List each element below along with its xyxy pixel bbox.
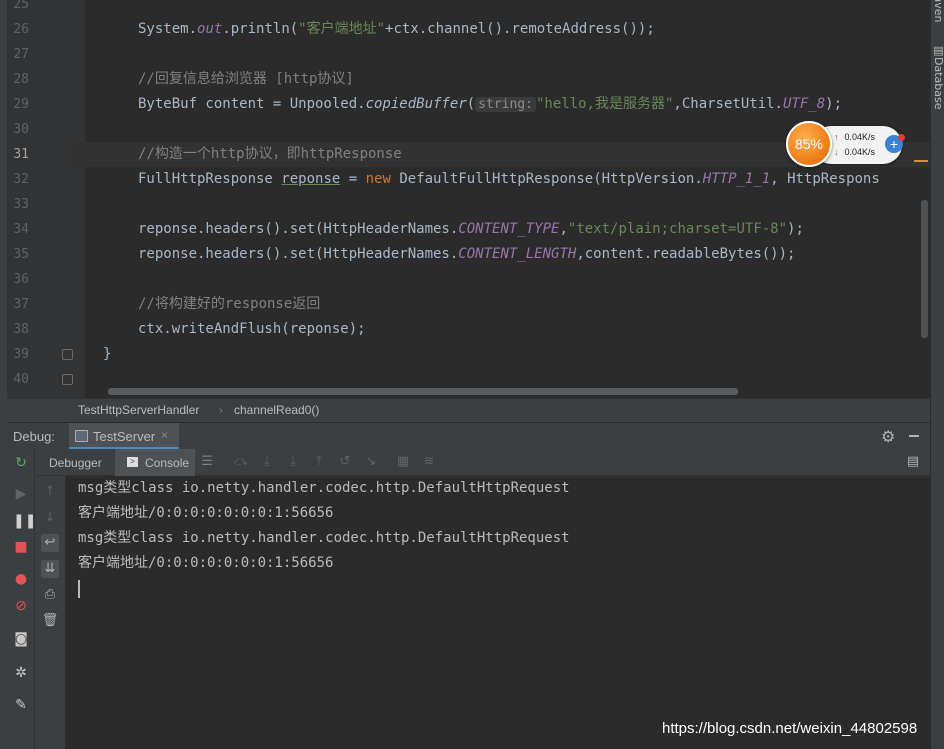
console-side-toolbar: ↑ ↓ ↩ ⇊ ⎙ 🗑 (35, 476, 66, 749)
run-to-cursor-icon[interactable]: ↘ (363, 454, 379, 470)
left-edge-strip (0, 398, 7, 749)
console-line: msg类型class io.netty.handler.codec.http.D… (78, 530, 570, 546)
notification-dot-icon (898, 134, 905, 141)
soft-wrap-icon[interactable]: ↩ (41, 534, 59, 552)
line-number: 27 (13, 47, 29, 62)
code-line-32: FullHttpResponse reponse = new DefaultFu… (138, 171, 880, 187)
drop-frame-icon[interactable]: ↺ (337, 454, 353, 470)
line-number: 36 (13, 272, 29, 287)
console-line: 客户端地址/0:0:0:0:0:0:0:1:56656 (78, 505, 334, 521)
tab-testserver[interactable]: TestServer × (69, 423, 179, 450)
debugger-subtoolbar: Debugger > Console ☰ ⤼ ⤓ ⤓ ⤒ ↺ ↘ ▦ ≋ ▤ (35, 449, 930, 476)
line-number: 34 (13, 222, 29, 237)
line-number: 40 (13, 372, 29, 387)
evaluate-expression-icon[interactable]: ▦ (395, 454, 411, 470)
line-number-current: 31 (13, 147, 29, 162)
database-tool-tab[interactable]: ▤Database (932, 44, 944, 110)
resume-icon[interactable]: ▶ (13, 486, 29, 502)
code-line-35: reponse.headers().set(HttpHeaderNames.CO… (138, 246, 796, 262)
line-number: 33 (13, 197, 29, 212)
editor-horizontal-scrollbar[interactable] (108, 388, 738, 395)
layout-icon[interactable]: ▤ (905, 454, 921, 470)
line-number: 30 (13, 122, 29, 137)
code-line-29: ByteBuf content = Unpooled.copiedBuffer(… (138, 96, 842, 112)
text-cursor (78, 580, 80, 598)
maven-tool-tab[interactable]: Maven (932, 0, 944, 22)
code-line-31: //构造一个http协议，即httpResponse (138, 146, 402, 162)
line-number: 37 (13, 297, 29, 312)
pin-icon[interactable]: ✎ (13, 697, 29, 713)
arrow-up-icon: ↑ (834, 132, 839, 142)
line-number: 26 (13, 22, 29, 37)
console-output[interactable]: msg类型class io.netty.handler.codec.http.D… (66, 476, 930, 749)
up-arrow-icon[interactable]: ↑ (41, 483, 59, 501)
step-into-icon[interactable]: ⤓ (285, 454, 301, 470)
download-speed: ↓ 0.04K/s (834, 147, 876, 157)
code-editor[interactable]: 25 26 27 28 29 30 31 32 33 34 35 36 37 3… (0, 0, 944, 398)
tab-console[interactable]: > Console (115, 449, 195, 476)
step-out-icon[interactable]: ⤒ (311, 454, 327, 470)
code-line-39: } (103, 346, 112, 362)
line-number: 28 (13, 72, 29, 87)
line-number: 29 (13, 97, 29, 112)
print-icon[interactable]: ⎙ (41, 586, 59, 604)
gear-icon[interactable]: ⚙ (881, 427, 895, 447)
debug-label: Debug: (13, 429, 55, 444)
down-arrow-icon[interactable]: ↓ (41, 509, 59, 527)
console-line: msg类型class io.netty.handler.codec.http.D… (78, 480, 570, 496)
minimize-icon[interactable] (909, 435, 919, 437)
debug-tool-header: Debug: TestServer × ⚙ (7, 422, 930, 450)
network-speed-widget[interactable]: ↑ 0.04K/s ↓ 0.04K/s 85% + (786, 121, 910, 167)
menu-lines-icon[interactable]: ☰ (199, 454, 215, 470)
tab-console-label: Console (145, 456, 190, 470)
error-stripe-marker[interactable] (914, 160, 928, 162)
line-number: 32 (13, 172, 29, 187)
right-tool-strip: Maven ▤Database (930, 0, 944, 749)
editor-vertical-scrollbar[interactable] (921, 200, 928, 338)
left-tool-strip (0, 0, 7, 398)
code-line-26: System.out.println("客户端地址"+ctx.channel()… (138, 21, 655, 37)
show-execution-point-icon[interactable]: ⤼ (233, 454, 249, 470)
code-line-38: ctx.writeAndFlush(reponse); (138, 321, 366, 337)
console-line: 客户端地址/0:0:0:0:0:0:0:1:56656 (78, 555, 334, 571)
line-number: 39 (13, 347, 29, 362)
settings-icon[interactable]: ✲ (13, 665, 29, 681)
database-icon: ▤ (932, 44, 944, 57)
breadcrumb-method[interactable]: channelRead0() (234, 403, 319, 417)
line-number: 38 (13, 322, 29, 337)
view-breakpoints-icon[interactable]: ● (13, 571, 29, 587)
line-number: 35 (13, 247, 29, 262)
fold-marker-icon[interactable] (62, 349, 73, 360)
code-line-28: //回复信息给浏览器 [http协议] (138, 71, 354, 87)
run-config-icon (75, 430, 88, 442)
line-number: 25 (13, 0, 29, 12)
tab-debugger[interactable]: Debugger (49, 456, 102, 470)
stop-icon[interactable]: ■ (13, 539, 29, 555)
watermark: https://blog.csdn.net/weixin_44802598 (662, 720, 918, 737)
close-icon[interactable]: × (161, 428, 168, 442)
memory-usage-ball[interactable]: 85% (786, 121, 832, 167)
tab-testserver-label: TestServer (93, 429, 156, 444)
pause-icon[interactable]: ❚❚ (13, 513, 36, 529)
code-line-34: reponse.headers().set(HttpHeaderNames.CO… (138, 221, 804, 237)
parameter-hint: string: (475, 97, 536, 112)
breadcrumb-class[interactable]: TestHttpServerHandler (78, 403, 199, 417)
trash-icon[interactable]: 🗑 (41, 612, 59, 630)
breadcrumb: TestHttpServerHandler › channelRead0() (7, 398, 930, 422)
breadcrumb-separator: › (219, 403, 223, 417)
step-over-icon[interactable]: ⤓ (259, 454, 275, 470)
fold-marker-icon[interactable] (62, 374, 73, 385)
upload-speed: ↑ 0.04K/s (834, 132, 876, 142)
console-icon: > (127, 457, 138, 467)
scroll-to-end-icon[interactable]: ⇊ (41, 560, 59, 578)
camera-icon[interactable]: ◙ (13, 631, 29, 647)
mute-breakpoints-icon[interactable]: ⊘ (13, 598, 29, 614)
debug-actions-toolbar: ↻ ▶ ❚❚ ■ ● ⊘ ◙ ✲ ✎ (7, 449, 36, 749)
arrow-down-icon: ↓ (834, 147, 839, 157)
code-line-37: //将构建好的response返回 (138, 296, 321, 312)
trace-icon[interactable]: ≋ (421, 454, 437, 470)
rerun-icon[interactable]: ↻ (13, 455, 29, 471)
